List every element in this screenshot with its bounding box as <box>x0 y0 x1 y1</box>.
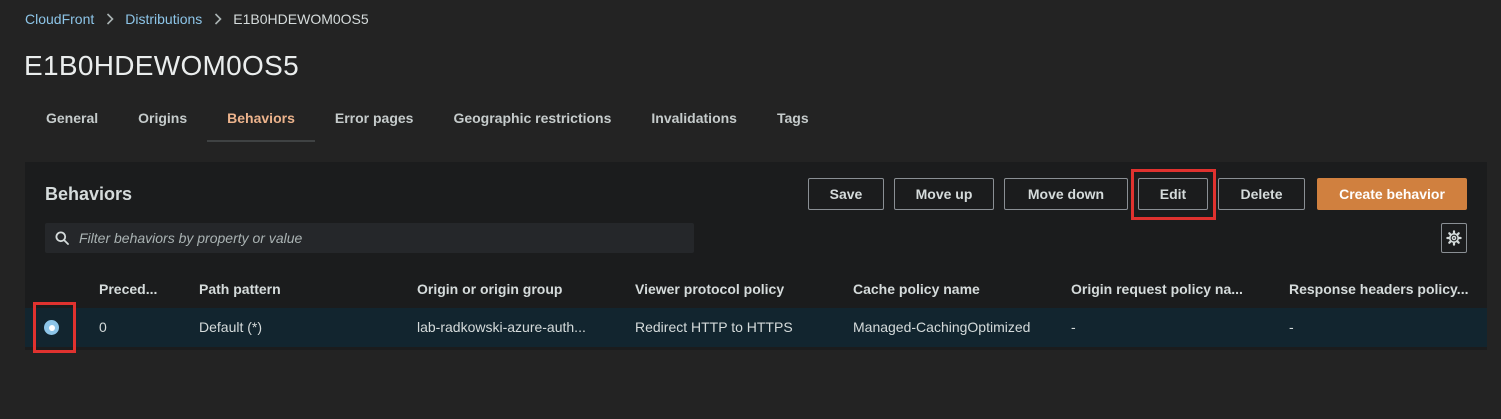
move-down-button[interactable]: Move down <box>1004 178 1128 210</box>
edit-button[interactable]: Edit <box>1138 178 1208 210</box>
delete-button[interactable]: Delete <box>1218 178 1305 210</box>
behaviors-panel-title: Behaviors <box>45 184 133 204</box>
cell-origin: lab-radkowski-azure-auth... <box>417 319 586 335</box>
tab-invalidations[interactable]: Invalidations <box>631 96 757 142</box>
cell-precedence: 0 <box>99 319 107 335</box>
tab-behaviors[interactable]: Behaviors <box>207 96 315 142</box>
tab-tags[interactable]: Tags <box>757 96 829 142</box>
save-button[interactable]: Save <box>808 178 884 210</box>
move-up-button[interactable]: Move up <box>894 178 994 210</box>
cell-cache-policy-name: Managed-CachingOptimized <box>853 319 1031 335</box>
table-row[interactable]: 0 Default (*) lab-radkowski-azure-auth..… <box>25 308 1487 347</box>
tab-geographic-restrictions[interactable]: Geographic restrictions <box>433 96 631 142</box>
cell-response-headers-policy: - <box>1289 319 1294 335</box>
filter-behaviors-input[interactable] <box>79 223 694 253</box>
gear-icon <box>1446 230 1462 246</box>
cell-path-pattern: Default (*) <box>199 319 263 335</box>
radio-selected-dot <box>48 324 55 331</box>
tab-general[interactable]: General <box>26 96 118 142</box>
column-header-response-headers-policy[interactable]: Response headers policy... <box>1289 281 1468 297</box>
column-header-origin[interactable]: Origin or origin group <box>417 281 562 297</box>
cell-origin-request-policy: - <box>1071 319 1076 335</box>
behaviors-panel: Behaviors Save Move up Move down Edit De… <box>25 162 1487 353</box>
row-select-radio[interactable] <box>44 320 59 335</box>
tab-origins[interactable]: Origins <box>118 96 207 142</box>
breadcrumb-cloudfront-link[interactable]: CloudFront <box>25 11 94 27</box>
table-preferences-button[interactable] <box>1441 223 1467 253</box>
page-title: E1B0HDEWOM0OS5 <box>24 50 299 81</box>
column-header-cache-policy-name[interactable]: Cache policy name <box>853 281 980 297</box>
breadcrumb: CloudFront Distributions E1B0HDEWOM0OS5 <box>25 10 369 28</box>
chevron-right-icon <box>214 13 222 25</box>
search-icon <box>55 231 69 245</box>
breadcrumb-distributions-link[interactable]: Distributions <box>125 11 202 27</box>
cell-viewer-protocol-policy: Redirect HTTP to HTTPS <box>635 319 793 335</box>
breadcrumb-current: E1B0HDEWOM0OS5 <box>233 11 369 27</box>
tab-error-pages[interactable]: Error pages <box>315 96 434 142</box>
column-header-precedence[interactable]: Preced... <box>99 281 157 297</box>
chevron-right-icon <box>106 13 114 25</box>
column-header-viewer-protocol-policy[interactable]: Viewer protocol policy <box>635 281 784 297</box>
create-behavior-button[interactable]: Create behavior <box>1317 178 1467 210</box>
column-header-origin-request-policy[interactable]: Origin request policy na... <box>1071 281 1243 297</box>
tab-bar: General Origins Behaviors Error pages Ge… <box>26 96 829 146</box>
filter-bar <box>45 223 694 253</box>
column-header-path-pattern[interactable]: Path pattern <box>199 281 281 297</box>
